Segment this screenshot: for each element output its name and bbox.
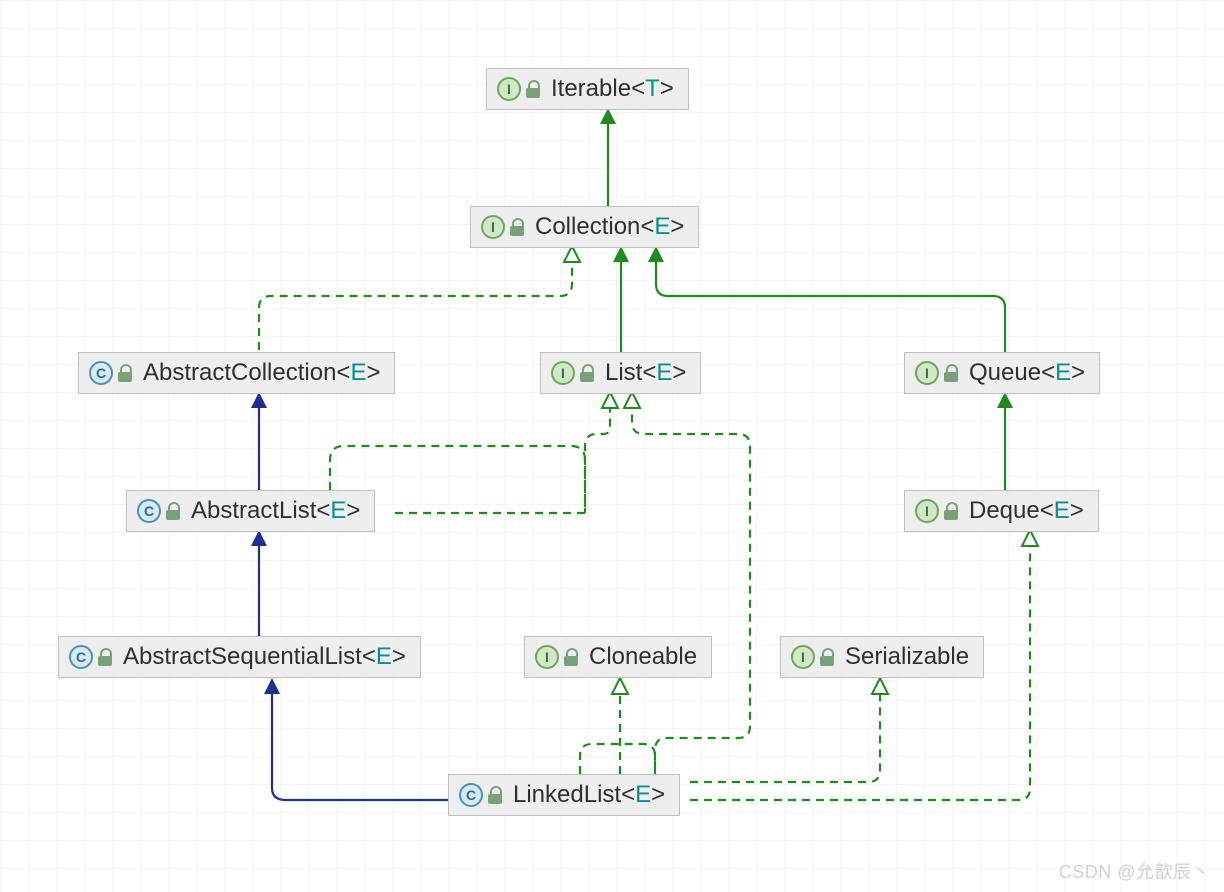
type-name: AbstractList<E>: [191, 497, 360, 525]
node-deque[interactable]: I Deque<E>: [904, 490, 1099, 532]
class-icon: C: [459, 783, 483, 807]
lock-icon: [563, 649, 579, 665]
node-iterable[interactable]: I Iterable<T>: [486, 68, 689, 110]
lock-icon: [487, 787, 503, 803]
interface-icon: I: [551, 361, 575, 385]
type-name: Serializable: [845, 643, 969, 671]
class-icon: C: [69, 645, 93, 669]
type-name: Deque<E>: [969, 497, 1084, 525]
lock-icon: [117, 365, 133, 381]
node-cloneable[interactable]: I Cloneable: [524, 636, 712, 678]
type-name: AbstractSequentialList<E>: [123, 643, 406, 671]
interface-icon: I: [915, 499, 939, 523]
node-abstractlist[interactable]: C AbstractList<E>: [126, 490, 375, 532]
type-name: Iterable<T>: [551, 75, 674, 103]
node-linkedlist[interactable]: C LinkedList<E>: [448, 774, 680, 816]
lock-icon: [943, 365, 959, 381]
node-serializable[interactable]: I Serializable: [780, 636, 984, 678]
lock-icon: [97, 649, 113, 665]
interface-icon: I: [535, 645, 559, 669]
node-queue[interactable]: I Queue<E>: [904, 352, 1100, 394]
type-name: Queue<E>: [969, 359, 1085, 387]
type-name: AbstractCollection<E>: [143, 359, 380, 387]
background-grid: [0, 0, 1224, 892]
watermark: CSDN @允歆辰丶: [1059, 858, 1210, 884]
interface-icon: I: [497, 77, 521, 101]
interface-icon: I: [791, 645, 815, 669]
lock-icon: [165, 503, 181, 519]
interface-icon: I: [915, 361, 939, 385]
type-name: List<E>: [605, 359, 686, 387]
type-name: LinkedList<E>: [513, 781, 665, 809]
lock-icon: [579, 365, 595, 381]
node-collection[interactable]: I Collection<E>: [470, 206, 699, 248]
lock-icon: [525, 81, 541, 97]
type-name: Cloneable: [589, 643, 697, 671]
type-name: Collection<E>: [535, 213, 684, 241]
lock-icon: [509, 219, 525, 235]
lock-icon: [943, 503, 959, 519]
class-icon: C: [137, 499, 161, 523]
lock-icon: [819, 649, 835, 665]
interface-icon: I: [481, 215, 505, 239]
node-abstractcollection[interactable]: C AbstractCollection<E>: [78, 352, 395, 394]
node-abstractsequentiallist[interactable]: C AbstractSequentialList<E>: [58, 636, 421, 678]
class-icon: C: [89, 361, 113, 385]
node-list[interactable]: I List<E>: [540, 352, 701, 394]
